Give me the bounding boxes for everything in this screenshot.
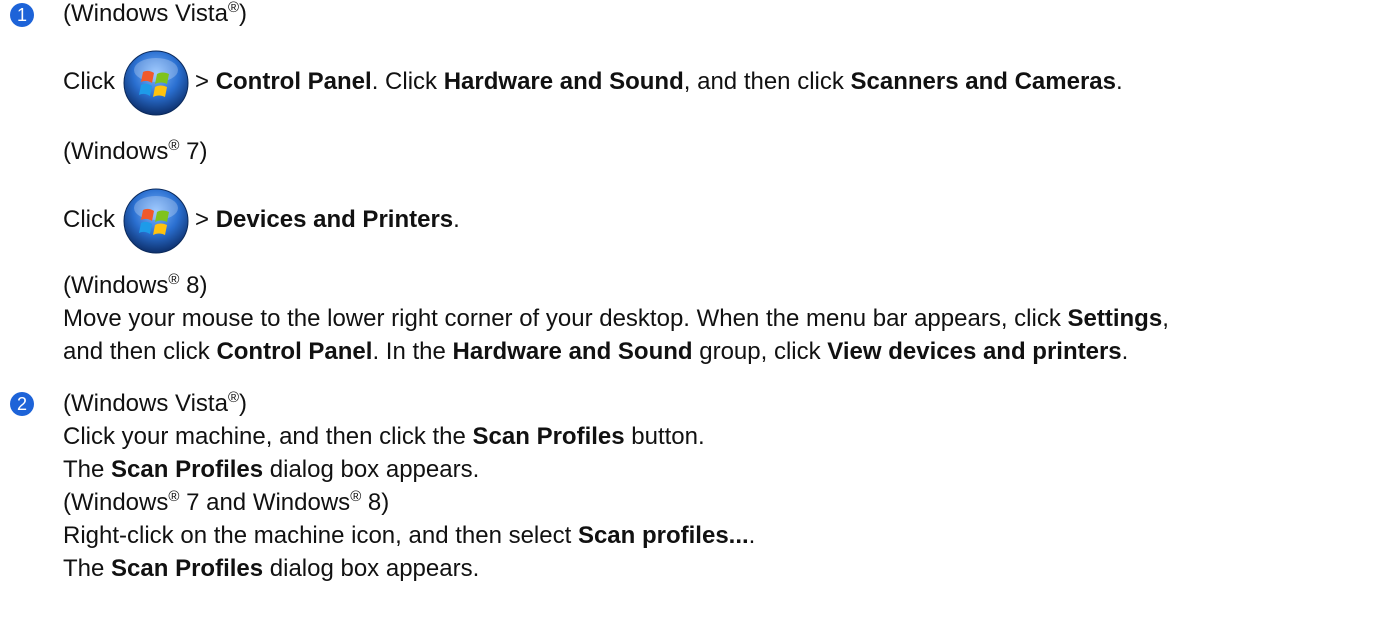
step1-win7-heading: (Windows® 7) <box>63 137 208 165</box>
step-number-1: 1 <box>10 3 34 27</box>
windows-start-orb-icon <box>123 188 189 254</box>
windows-start-orb-icon <box>123 50 189 116</box>
step2-win78-line1: Right-click on the machine icon, and the… <box>63 522 756 549</box>
step2-vista-line1: Click your machine, and then click the S… <box>63 423 705 450</box>
step2-win78-line2: The Scan Profiles dialog box appears. <box>63 555 480 582</box>
step1-win8-line2: and then click Control Panel. In the Har… <box>63 338 1129 365</box>
step-number-2: 2 <box>10 392 34 416</box>
step2-vista-heading: (Windows Vista®) <box>63 389 248 417</box>
step2-vista-line2: The Scan Profiles dialog box appears. <box>63 456 480 483</box>
step2-win78-heading: (Windows® 7 and Windows® 8) <box>63 488 390 516</box>
step1-vista-instruction: Click > Control Panel. Click Hardware an… <box>63 49 1123 116</box>
step1-vista-heading: (Windows Vista®) <box>63 0 248 27</box>
step1-win8-line1: Move your mouse to the lower right corne… <box>63 305 1169 332</box>
step1-win8-heading: (Windows® 8) <box>63 271 208 299</box>
step1-win7-instruction: Click > Devices and Printers. <box>63 187 460 254</box>
